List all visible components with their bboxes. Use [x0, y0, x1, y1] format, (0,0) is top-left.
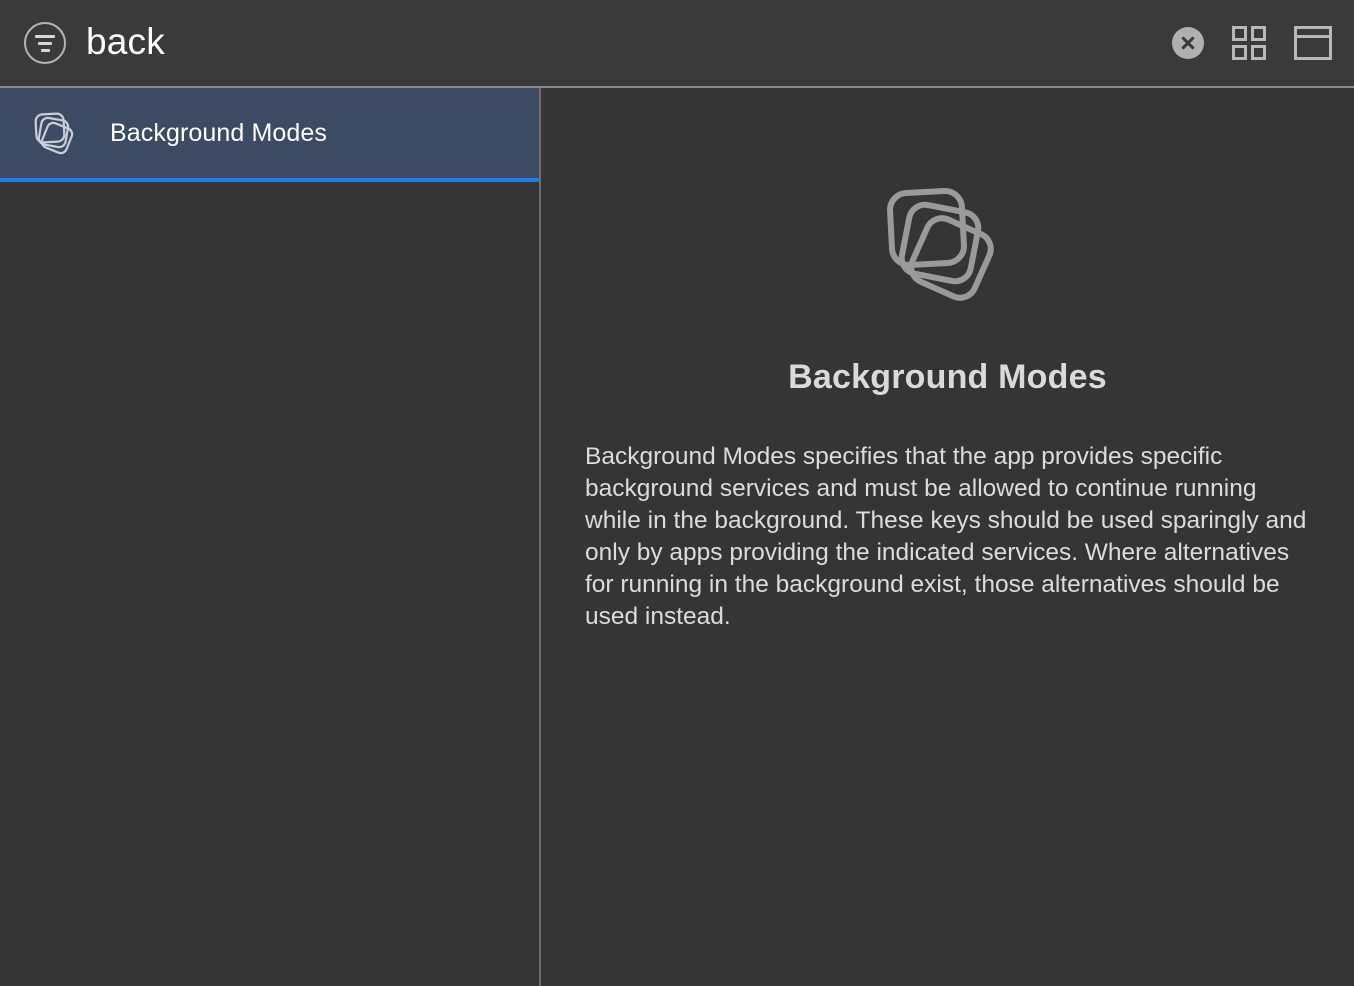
grid-cell-2	[1251, 26, 1266, 41]
filter-line-3	[40, 48, 50, 52]
window-panel-icon[interactable]	[1294, 26, 1332, 60]
stacked-cards-icon	[873, 172, 1023, 322]
grid-cell-1	[1232, 26, 1247, 41]
titlebar-actions	[1172, 26, 1332, 60]
grid-cell-4	[1251, 45, 1266, 60]
content-area: Background Modes Background Modes Backgr…	[0, 88, 1354, 986]
page-title: back	[86, 20, 165, 62]
detail-title: Background Modes	[788, 358, 1107, 396]
filter-lines-icon[interactable]	[24, 22, 66, 64]
grid-2x2-icon[interactable]	[1232, 26, 1266, 60]
detail-pane: Background Modes Background Modes specif…	[541, 88, 1354, 986]
sidebar-item-background-modes[interactable]: Background Modes	[0, 88, 539, 182]
titlebar: back	[0, 0, 1354, 88]
sidebar-item-label: Background Modes	[110, 118, 328, 147]
app-window: back Background Modes Background Modes B…	[0, 0, 1354, 986]
sidebar: Background Modes	[0, 88, 541, 986]
stacked-cards-icon	[28, 105, 84, 161]
detail-description: Background Modes specifies that the app …	[585, 443, 1307, 630]
grid-cell-3	[1232, 45, 1247, 60]
circle-x-icon[interactable]	[1172, 27, 1204, 59]
filter-line-2	[38, 41, 52, 45]
filter-line-1	[35, 34, 55, 38]
